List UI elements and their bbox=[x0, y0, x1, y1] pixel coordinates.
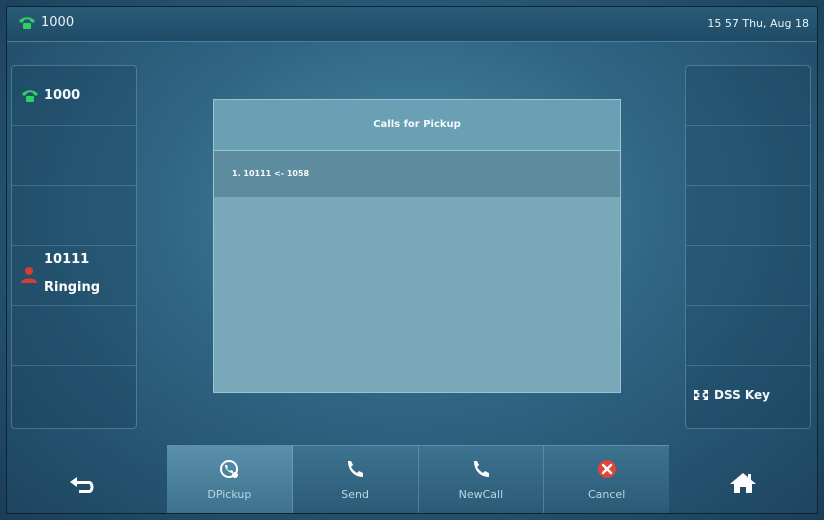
line-key-empty[interactable] bbox=[12, 366, 136, 430]
dss-key-label: DSS Key bbox=[714, 388, 770, 402]
softkey-label: NewCall bbox=[458, 488, 504, 501]
right-line-keys: DSS Key bbox=[685, 65, 811, 429]
dss-key-empty[interactable] bbox=[686, 246, 810, 306]
dss-key-empty[interactable] bbox=[686, 66, 810, 126]
ringing-number: 10111 bbox=[44, 252, 90, 267]
status-line-label: 1000 bbox=[41, 15, 75, 30]
send-softkey[interactable]: Send bbox=[293, 446, 419, 513]
line-key-empty[interactable] bbox=[12, 186, 136, 246]
ringing-contact-icon bbox=[21, 267, 37, 283]
phone-screen: 1000 15 57 Thu, Aug 18 1000 10111 Ringin… bbox=[6, 6, 818, 514]
line-key-label: 1000 bbox=[44, 88, 81, 103]
dss-key-empty[interactable] bbox=[686, 186, 810, 246]
line-phone-icon bbox=[22, 89, 38, 102]
dpickup-icon bbox=[220, 460, 239, 478]
ringing-state: Ringing bbox=[44, 280, 101, 295]
dss-key-empty[interactable] bbox=[686, 306, 810, 366]
line-key-empty[interactable] bbox=[12, 306, 136, 366]
softkey-label: Cancel bbox=[587, 488, 626, 501]
status-line: 1000 bbox=[17, 15, 74, 30]
dialog-title: Calls for Pickup bbox=[214, 100, 620, 151]
softkey-label: DPickup bbox=[207, 488, 252, 501]
newcall-softkey[interactable]: NewCall bbox=[419, 446, 545, 513]
phone-icon bbox=[473, 461, 489, 477]
date-time: 15 57 Thu, Aug 18 bbox=[707, 17, 809, 30]
softkey-bar: DPickup Send NewCall Cancel bbox=[167, 445, 669, 513]
cancel-softkey[interactable]: Cancel bbox=[544, 446, 669, 513]
line-key-empty[interactable] bbox=[12, 126, 136, 186]
dpickup-softkey[interactable]: DPickup bbox=[167, 446, 293, 513]
status-bar: 1000 15 57 Thu, Aug 18 bbox=[7, 7, 817, 42]
back-icon[interactable] bbox=[67, 473, 97, 495]
dss-key[interactable]: DSS Key bbox=[686, 366, 810, 430]
left-line-keys: 1000 10111 Ringing bbox=[11, 65, 137, 429]
dss-key-icon bbox=[694, 390, 708, 400]
cancel-icon bbox=[597, 460, 616, 478]
line-key-ringing[interactable]: 10111 Ringing bbox=[12, 246, 136, 306]
calls-for-pickup-dialog: Calls for Pickup 1. 10111 <- 1058 bbox=[213, 99, 621, 393]
softkey-label: Send bbox=[341, 488, 369, 501]
home-icon[interactable] bbox=[729, 471, 757, 495]
phone-icon bbox=[348, 461, 364, 477]
line-phone-icon bbox=[19, 16, 35, 29]
dss-key-empty[interactable] bbox=[686, 126, 810, 186]
pickup-call-item[interactable]: 1. 10111 <- 1058 bbox=[214, 151, 620, 197]
line-key-1000[interactable]: 1000 bbox=[12, 66, 136, 126]
